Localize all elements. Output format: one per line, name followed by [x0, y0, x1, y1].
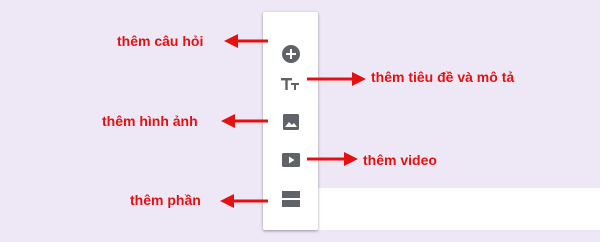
arrow-head-add-title-description [352, 72, 366, 86]
arrow-head-add-section [220, 194, 234, 208]
arrow-head-add-video [344, 152, 358, 166]
annotation-arrows [220, 34, 366, 208]
arrow-head-add-image [221, 114, 235, 128]
arrow-head-add-question [224, 34, 238, 48]
